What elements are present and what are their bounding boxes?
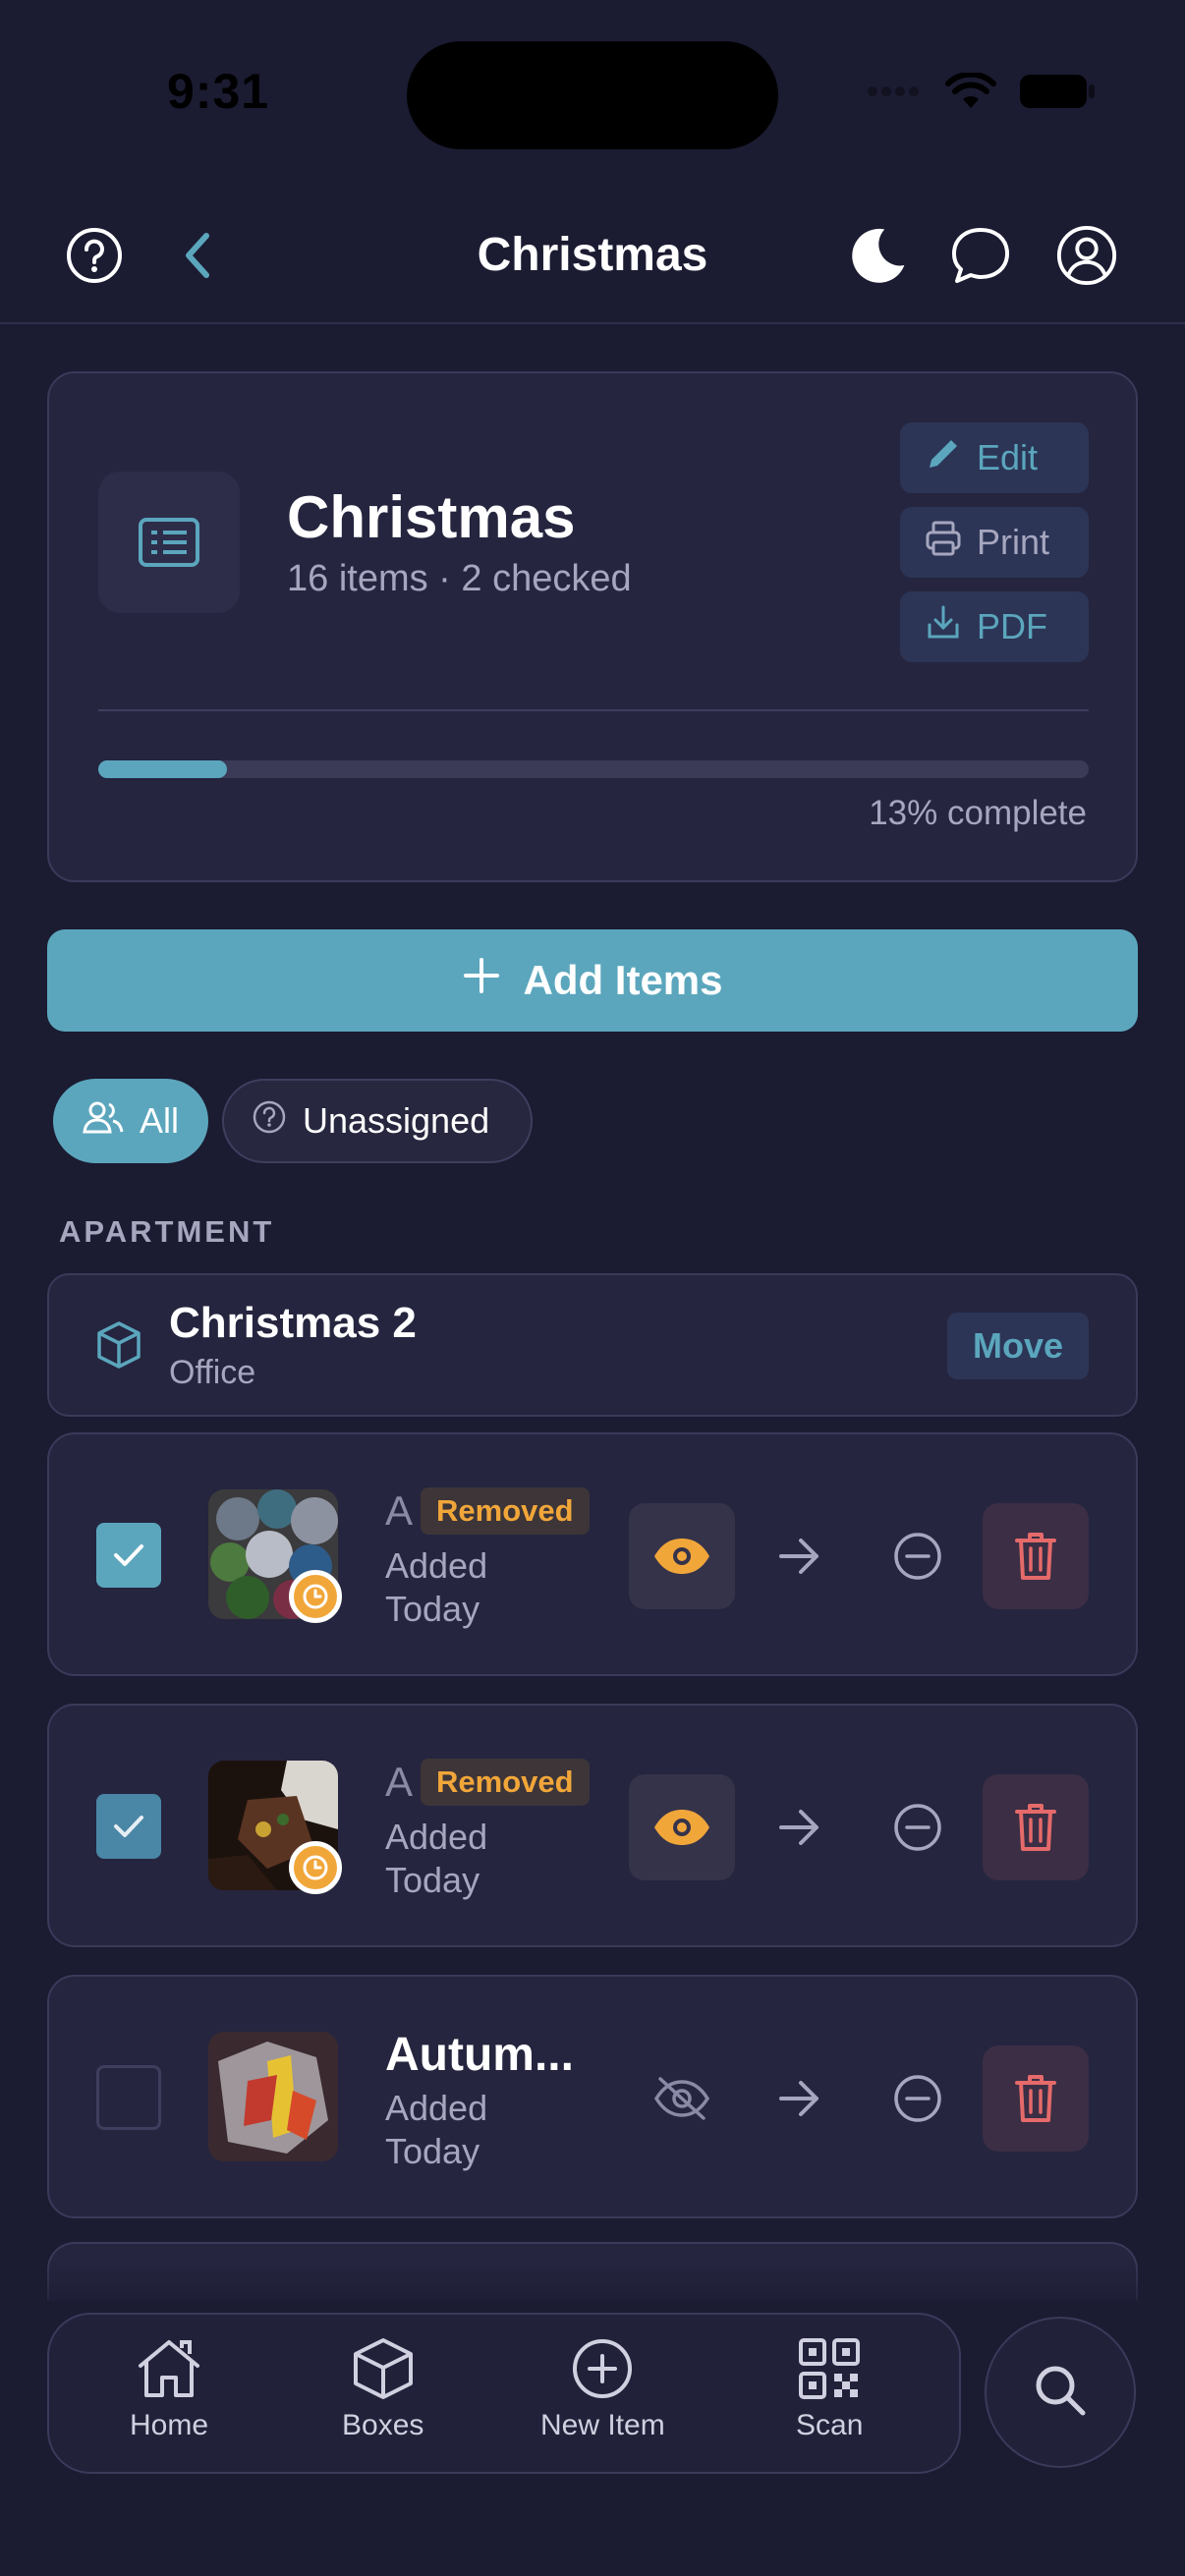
move-arrow-icon[interactable]: [747, 1774, 853, 1880]
item-name: A: [385, 1759, 414, 1805]
pencil-icon: [924, 434, 963, 482]
question-circle-icon: [252, 1099, 287, 1144]
list-name: Christmas: [287, 484, 576, 550]
item-added-date: Added Today: [385, 1816, 523, 1902]
nav-scan[interactable]: Scan: [796, 2336, 863, 2442]
profile-icon[interactable]: [1055, 224, 1118, 287]
signal-icon: [867, 84, 924, 103]
printer-icon: [924, 519, 963, 567]
bottom-nav: Home Boxes New Item Scan: [47, 2313, 961, 2474]
edit-button[interactable]: Edit: [900, 422, 1089, 493]
nav-home[interactable]: Home: [130, 2336, 208, 2442]
box-name: Christmas 2: [169, 1299, 417, 1347]
minus-circle-icon[interactable]: [865, 1503, 971, 1609]
nav-home-label: Home: [130, 2409, 209, 2441]
trash-icon[interactable]: [983, 1503, 1089, 1609]
minus-circle-icon[interactable]: [865, 1774, 971, 1880]
battery-icon: [1018, 73, 1097, 115]
eye-icon[interactable]: [629, 1503, 735, 1609]
nav-boxes-label: Boxes: [342, 2409, 424, 2441]
list-icon: [98, 472, 240, 613]
move-arrow-icon[interactable]: [747, 2045, 853, 2152]
item-row[interactable]: A Removed Added Today: [47, 1704, 1138, 1947]
app-header: Christmas: [0, 187, 1185, 324]
item-name: Autum...: [385, 2029, 574, 2081]
plus-icon: [462, 956, 501, 1005]
eye-icon[interactable]: [629, 1774, 735, 1880]
box-row[interactable]: Christmas 2 Office Move: [47, 1273, 1138, 1417]
minus-circle-icon[interactable]: [865, 2045, 971, 2152]
status-icons: [867, 71, 1097, 115]
nav-boxes[interactable]: Boxes: [342, 2336, 423, 2442]
item-checkbox[interactable]: [96, 1523, 161, 1588]
wifi-icon: [945, 71, 996, 115]
removed-badge: Removed: [421, 1487, 590, 1535]
print-label: Print: [977, 522, 1050, 562]
card-divider: [98, 709, 1089, 711]
filter-all-chip[interactable]: All: [53, 1079, 208, 1163]
pdf-button[interactable]: PDF: [900, 591, 1089, 662]
print-button[interactable]: Print: [900, 507, 1089, 578]
dynamic-island: [407, 41, 778, 149]
item-added-line1: Added: [385, 1545, 488, 1586]
item-row[interactable]: Autum... Added Today: [47, 1975, 1138, 2218]
item-name: A: [385, 1487, 414, 1534]
status-time: 9:31: [167, 64, 270, 119]
pdf-label: PDF: [977, 606, 1047, 646]
download-icon: [924, 603, 963, 651]
item-added-date: Added Today: [385, 1544, 523, 1631]
list-summary-card: Christmas 16 items · 2 checked Edit Prin…: [47, 371, 1138, 882]
progress-text: 13% complete: [869, 794, 1087, 832]
item-added-line2: Today: [385, 2131, 480, 2171]
item-checkbox[interactable]: [96, 2065, 161, 2130]
moon-icon[interactable]: [845, 224, 908, 287]
nav-scan-label: Scan: [796, 2409, 864, 2441]
move-arrow-icon[interactable]: [747, 1503, 853, 1609]
progress-bar: [98, 760, 1089, 778]
box-location: Office: [169, 1354, 256, 1391]
clock-icon: [289, 1841, 342, 1894]
scroll-fade: [0, 2260, 1185, 2319]
move-button[interactable]: Move: [947, 1313, 1089, 1379]
filter-all-label: All: [140, 1100, 180, 1141]
edit-label: Edit: [977, 437, 1039, 477]
clock-icon: [289, 1570, 342, 1623]
filter-unassigned-chip[interactable]: Unassigned: [222, 1079, 533, 1163]
trash-icon[interactable]: [983, 1774, 1089, 1880]
item-added-line2: Today: [385, 1860, 480, 1900]
section-label: APARTMENT: [59, 1214, 275, 1249]
item-row[interactable]: A Removed Added Today: [47, 1432, 1138, 1676]
item-photo[interactable]: [208, 2032, 338, 2161]
filter-unassigned-label: Unassigned: [303, 1100, 490, 1141]
item-added-line1: Added: [385, 1817, 488, 1857]
item-added-line2: Today: [385, 1589, 480, 1629]
list-stats: 16 items · 2 checked: [287, 558, 632, 599]
box-icon: [96, 1320, 141, 1374]
trash-icon[interactable]: [983, 2045, 1089, 2152]
users-icon: [83, 1099, 124, 1144]
add-items-button[interactable]: Add Items: [47, 929, 1138, 1032]
nav-new-item-label: New Item: [540, 2409, 665, 2441]
search-icon: [1032, 2362, 1089, 2424]
removed-badge: Removed: [421, 1759, 590, 1806]
eye-off-icon[interactable]: [629, 2045, 735, 2152]
search-button[interactable]: [985, 2317, 1136, 2468]
item-added-line1: Added: [385, 2088, 488, 2128]
progress-fill: [98, 760, 228, 778]
item-checkbox[interactable]: [96, 1794, 161, 1859]
item-added-date: Added Today: [385, 2087, 523, 2173]
add-items-label: Add Items: [523, 957, 723, 1003]
nav-new-item[interactable]: New Item: [540, 2336, 665, 2442]
chat-icon[interactable]: [949, 224, 1012, 287]
